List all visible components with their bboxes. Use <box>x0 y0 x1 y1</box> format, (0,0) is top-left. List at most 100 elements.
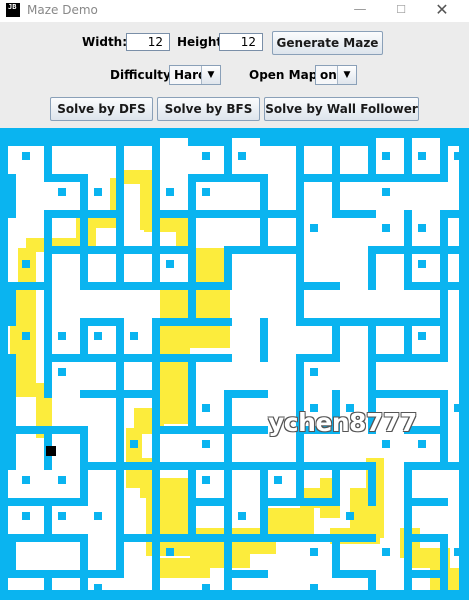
wall-segment <box>296 498 340 506</box>
wall-segment <box>454 152 462 160</box>
maximize-button[interactable]: ☐ <box>381 1 421 21</box>
wall-segment <box>454 404 462 412</box>
width-label: Width: <box>82 35 128 49</box>
wall-segment <box>22 476 30 484</box>
wall-segment <box>382 440 390 448</box>
wall-segment <box>418 224 426 232</box>
wall-segment <box>202 188 210 196</box>
chevron-down-icon: ▼ <box>337 66 356 84</box>
wall-segment <box>440 570 448 604</box>
solve-dfs-button[interactable]: Solve by DFS <box>50 97 153 121</box>
wall-segment <box>94 584 102 592</box>
wall-segment <box>202 476 210 484</box>
path-segment <box>160 558 210 578</box>
wall-segment <box>166 188 174 196</box>
wall-segment <box>404 354 448 362</box>
wall-segment <box>274 476 282 484</box>
wall-segment <box>188 318 232 326</box>
wall-segment <box>22 512 30 520</box>
wall-segment <box>130 332 138 340</box>
wall-segment <box>58 188 66 196</box>
wall-segment <box>459 128 469 600</box>
wall-segment <box>130 440 138 448</box>
wall-segment <box>0 128 8 600</box>
wall-segment <box>382 188 390 196</box>
wall-segment <box>166 548 174 556</box>
wall-segment <box>44 570 52 604</box>
wall-segment <box>8 174 16 218</box>
open-map-value: on <box>320 68 337 82</box>
wall-segment <box>202 440 210 448</box>
width-field[interactable]: 12 <box>126 33 170 51</box>
solve-bfs-button[interactable]: Solve by BFS <box>157 97 260 121</box>
open-map-select[interactable]: on ▼ <box>315 65 357 85</box>
wall-segment <box>22 152 30 160</box>
wall-segment <box>0 128 469 138</box>
window-title: Maze Demo <box>27 3 98 17</box>
wall-segment <box>332 210 376 218</box>
wall-segment <box>260 318 268 362</box>
wall-segment <box>152 570 160 604</box>
app-icon: JB <box>6 3 20 17</box>
wall-segment <box>382 548 390 556</box>
difficulty-label: Difficulty: <box>110 68 176 82</box>
wall-segment <box>404 570 412 604</box>
wall-segment <box>310 224 318 232</box>
wall-segment <box>440 462 469 470</box>
wall-segment <box>238 512 246 520</box>
wall-segment <box>418 440 426 448</box>
wall-segment <box>310 368 318 376</box>
path-segment <box>264 508 314 534</box>
wall-segment <box>0 590 469 600</box>
wall-segment <box>8 282 16 326</box>
wall-segment <box>22 260 30 268</box>
wall-segment <box>58 512 66 520</box>
wall-segment <box>310 548 318 556</box>
wall-segment <box>368 246 376 290</box>
path-segment <box>126 428 142 488</box>
wall-segment <box>94 512 102 520</box>
wall-segment <box>224 570 232 604</box>
solve-wall-follower-button[interactable]: Solve by Wall Follower <box>264 97 419 121</box>
wall-segment <box>94 188 102 196</box>
wall-segment <box>382 152 390 160</box>
path-segment <box>160 398 190 424</box>
player-marker <box>46 446 56 456</box>
path-segment <box>160 328 190 408</box>
wall-segment <box>8 426 16 470</box>
wall-segment <box>22 332 30 340</box>
wall-segment <box>382 224 390 232</box>
control-panel: Width: 12 Height: 12 Generate Maze Diffi… <box>0 22 469 128</box>
wall-segment <box>368 462 376 506</box>
wall-segment <box>368 570 376 604</box>
title-bar: JB Maze Demo — ☐ ✕ <box>0 0 469 22</box>
wall-segment <box>44 354 52 398</box>
wall-segment <box>418 260 426 268</box>
wall-segment <box>238 152 246 160</box>
chevron-down-icon: ▼ <box>201 66 220 84</box>
wall-segment <box>94 332 102 340</box>
wall-segment <box>166 260 174 268</box>
wall-segment <box>202 584 210 592</box>
close-button[interactable]: ✕ <box>422 1 462 21</box>
wall-segment <box>58 368 66 376</box>
wall-segment <box>418 332 426 340</box>
watermark-text: ychen8777 <box>268 408 417 437</box>
wall-segment <box>404 174 448 182</box>
wall-segment <box>80 570 88 604</box>
wall-segment <box>58 476 66 484</box>
wall-segment <box>310 584 318 592</box>
wall-segment <box>454 548 462 556</box>
wall-segment <box>202 152 210 160</box>
wall-segment <box>58 332 66 340</box>
maze-canvas: ychen8777 <box>0 128 469 604</box>
wall-segment <box>418 152 426 160</box>
difficulty-select[interactable]: Hard ▼ <box>169 65 221 85</box>
open-map-label: Open Map: <box>249 68 323 82</box>
minimize-button[interactable]: — <box>340 1 380 21</box>
generate-maze-button[interactable]: Generate Maze <box>272 31 383 55</box>
height-field[interactable]: 12 <box>219 33 263 51</box>
wall-segment <box>202 404 210 412</box>
wall-segment <box>346 512 354 520</box>
maze-svg <box>0 128 469 604</box>
